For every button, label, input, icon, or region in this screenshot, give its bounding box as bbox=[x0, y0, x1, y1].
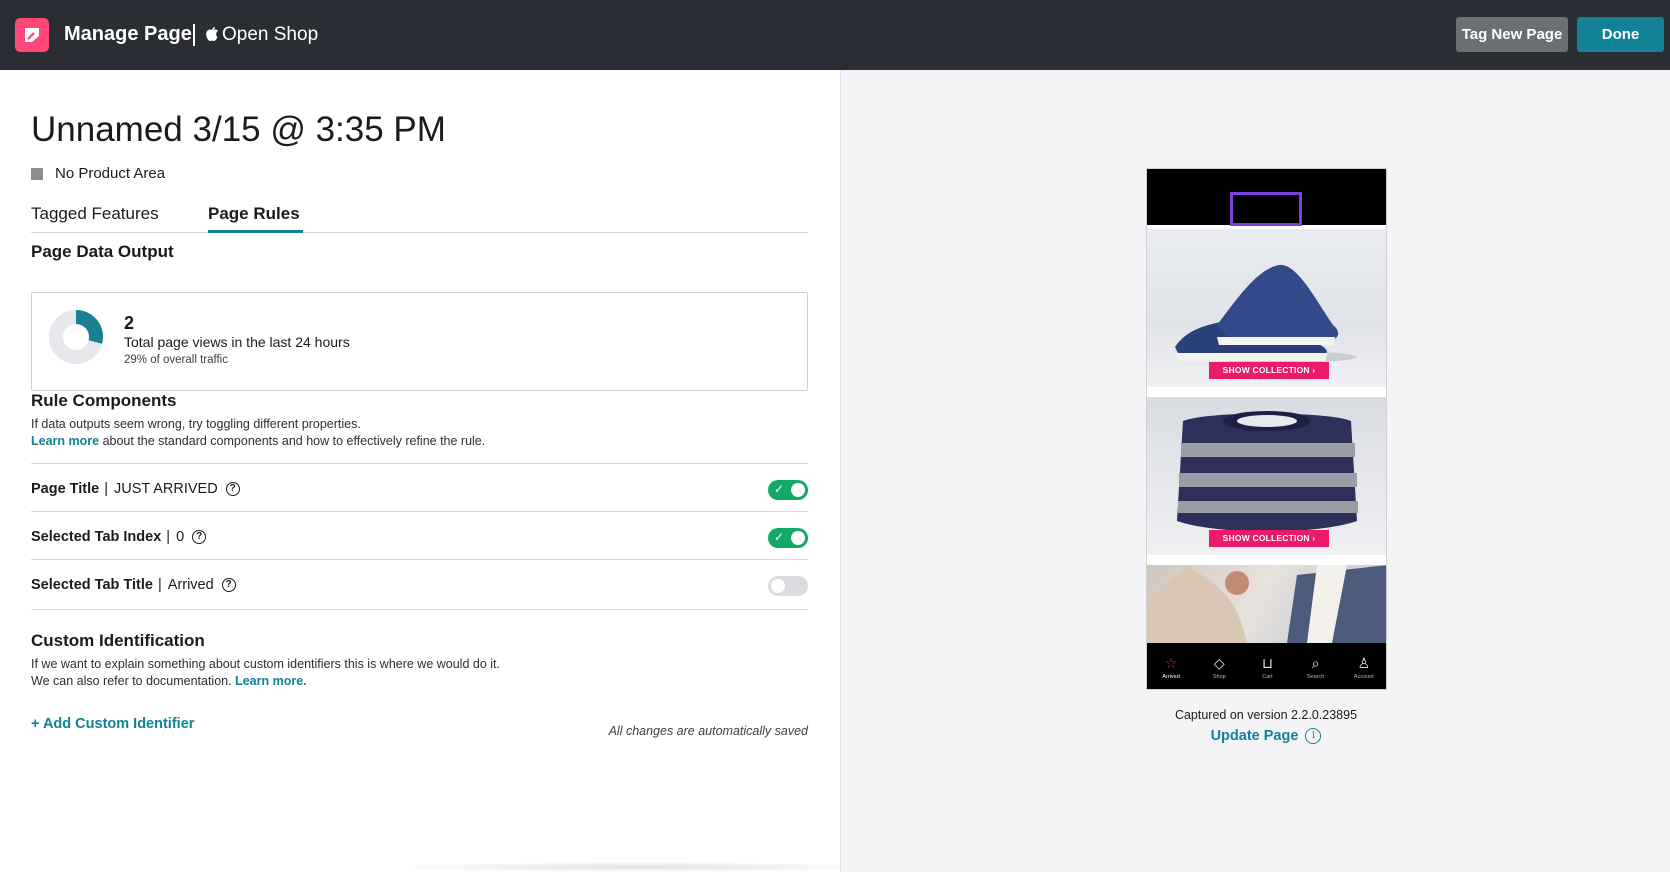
rule-name: Selected Tab Index bbox=[31, 529, 162, 545]
toggle-knob bbox=[791, 483, 805, 497]
nav-label: Arrived bbox=[1162, 673, 1180, 680]
custom-identification-heading: Custom Identification bbox=[31, 631, 205, 650]
page-data-output-card: 2 Total page views in the last 24 hours … bbox=[31, 292, 808, 391]
sweater-collection-tile[interactable]: SHOW COLLECTION › bbox=[1147, 397, 1386, 555]
selected-tab-title-toggle[interactable] bbox=[768, 576, 808, 596]
product-area-swatch bbox=[31, 168, 43, 180]
custom-desc-line-2-text: We can also refer to documentation. bbox=[31, 674, 232, 688]
manage-page-title: Manage Page bbox=[64, 23, 192, 45]
phone-nav-cart[interactable]: ⊔ Cart bbox=[1247, 655, 1287, 680]
info-icon[interactable]: i bbox=[1305, 728, 1322, 744]
page-view-count: 2 bbox=[124, 313, 135, 333]
page-details-panel: Unnamed 3/15 @ 3:35 PM No Product Area T… bbox=[0, 70, 900, 872]
search-icon: ⌕ bbox=[1311, 654, 1320, 671]
help-icon[interactable]: ? bbox=[221, 578, 236, 592]
phone-screenshot[interactable]: SHOW COLLECTION › SHOW COLLECTION › ☆ Ar… bbox=[1146, 168, 1387, 690]
tag-new-page-button[interactable]: Tag New Page bbox=[1456, 17, 1568, 52]
top-bar: Manage Page Open Shop Tag New Page Done bbox=[0, 0, 1670, 70]
tab-bar: Tagged Features Page Rules bbox=[31, 201, 808, 233]
nav-label: Shop bbox=[1212, 673, 1226, 680]
toggle-knob bbox=[791, 531, 805, 545]
rule-row-text: Selected Tab Title | Arrived ? bbox=[31, 577, 236, 593]
rule-name: Page Title bbox=[31, 481, 100, 497]
pendo-logo-icon[interactable] bbox=[15, 18, 49, 52]
active-tab-indicator bbox=[208, 230, 303, 233]
title-separator bbox=[193, 24, 195, 46]
product-area-label[interactable]: No Product Area bbox=[55, 165, 165, 182]
nav-label: Account bbox=[1353, 673, 1374, 680]
custom-identification-description: If we want to explain something about cu… bbox=[31, 656, 500, 690]
show-collection-button-2[interactable]: SHOW COLLECTION › bbox=[1209, 530, 1329, 547]
page-preview-panel: SHOW COLLECTION › SHOW COLLECTION › ☆ Ar… bbox=[840, 70, 1670, 872]
tag-icon: ◇ bbox=[1213, 654, 1225, 671]
help-icon[interactable]: ? bbox=[225, 482, 240, 496]
rule-value: JUST ARRIVED bbox=[114, 481, 218, 497]
user-icon: ♙ bbox=[1357, 654, 1371, 671]
custom-desc-line-2: We can also refer to documentation. Lear… bbox=[31, 673, 500, 690]
rule-components-heading: Rule Components bbox=[31, 391, 177, 410]
rule-separator: | bbox=[104, 481, 109, 497]
lifestyle-image bbox=[1147, 565, 1386, 643]
phone-nav-shop[interactable]: ◇ Shop bbox=[1199, 655, 1239, 680]
rule-value: 0 bbox=[176, 529, 185, 545]
check-icon: ✓ bbox=[774, 482, 785, 496]
update-page-link[interactable]: Update Page bbox=[1211, 728, 1299, 744]
autosave-status: All changes are automatically saved bbox=[608, 724, 808, 738]
page-title-toggle[interactable]: ✓ bbox=[768, 480, 808, 500]
toggle-knob bbox=[771, 579, 785, 593]
rule-desc-line-2: Learn more about the standard components… bbox=[31, 433, 485, 450]
shoe-collection-tile[interactable]: SHOW COLLECTION › bbox=[1147, 229, 1386, 387]
page-title-highlight[interactable] bbox=[1230, 192, 1302, 226]
update-page-row: Update Page i bbox=[1091, 728, 1441, 744]
page-view-label: Total page views in the last 24 hours bbox=[124, 334, 350, 350]
traffic-donut-chart bbox=[49, 310, 103, 364]
captured-version: Captured on version 2.2.0.23895 bbox=[1174, 708, 1358, 722]
show-collection-button-1[interactable]: SHOW COLLECTION › bbox=[1209, 362, 1329, 379]
phone-nav-account[interactable]: ♙ Account bbox=[1344, 655, 1384, 680]
add-custom-identifier-button[interactable]: + Add Custom Identifier bbox=[31, 716, 194, 732]
check-icon: ✓ bbox=[774, 530, 785, 544]
rule-separator: | bbox=[166, 529, 171, 545]
rule-row-text: Selected Tab Index | 0 ? bbox=[31, 529, 207, 545]
tab-page-rules[interactable]: Page Rules bbox=[208, 204, 300, 224]
rule-components-description: If data outputs seem wrong, try toggling… bbox=[31, 416, 485, 450]
phone-nav-arrived[interactable]: ☆ Arrived bbox=[1151, 655, 1191, 680]
phone-tab-bar: ☆ Arrived ◇ Shop ⊔ Cart ⌕ Search ♙ Accou… bbox=[1147, 643, 1386, 689]
nav-label: Cart bbox=[1262, 673, 1273, 680]
rule-value: Arrived bbox=[167, 577, 214, 593]
rule-desc-line-1: If data outputs seem wrong, try toggling… bbox=[31, 417, 361, 431]
rule-row-text: Page Title | JUST ARRIVED ? bbox=[31, 481, 240, 497]
page-data-output-heading: Page Data Output bbox=[31, 242, 174, 261]
bottom-shadow bbox=[380, 862, 900, 872]
lifestyle-tile[interactable] bbox=[1147, 565, 1386, 643]
rule-desc-line-2-text: about the standard components and how to… bbox=[102, 434, 486, 448]
show-collection-label: SHOW COLLECTION bbox=[1222, 533, 1310, 543]
learn-more-link-2[interactable]: Learn more. bbox=[235, 674, 307, 688]
rule-separator: | bbox=[157, 577, 162, 593]
cart-icon: ⊔ bbox=[1262, 654, 1273, 671]
nav-label: Search bbox=[1306, 673, 1325, 680]
app-name: Open Shop bbox=[222, 24, 319, 45]
rule-name: Selected Tab Title bbox=[31, 577, 153, 593]
help-icon[interactable]: ? bbox=[192, 530, 207, 544]
tab-tagged-features[interactable]: Tagged Features bbox=[31, 204, 159, 224]
show-collection-label: SHOW COLLECTION bbox=[1222, 365, 1310, 375]
rule-row-selected-tab-title: Selected Tab Title | Arrived ? bbox=[31, 559, 808, 610]
page-title[interactable]: Unnamed 3/15 @ 3:35 PM bbox=[31, 110, 446, 150]
rule-row-page-title: Page Title | JUST ARRIVED ? ✓ bbox=[31, 463, 808, 514]
done-button[interactable]: Done bbox=[1577, 17, 1664, 52]
selected-tab-index-toggle[interactable]: ✓ bbox=[768, 528, 808, 548]
traffic-share: 29% of overall traffic bbox=[124, 354, 228, 366]
rule-row-selected-tab-index: Selected Tab Index | 0 ? ✓ bbox=[31, 511, 808, 562]
star-icon: ☆ bbox=[1164, 654, 1178, 671]
phone-nav-search[interactable]: ⌕ Search bbox=[1296, 655, 1336, 680]
custom-desc-line-1: If we want to explain something about cu… bbox=[31, 657, 500, 671]
learn-more-link[interactable]: Learn more bbox=[31, 434, 99, 448]
apple-icon bbox=[206, 27, 218, 44]
